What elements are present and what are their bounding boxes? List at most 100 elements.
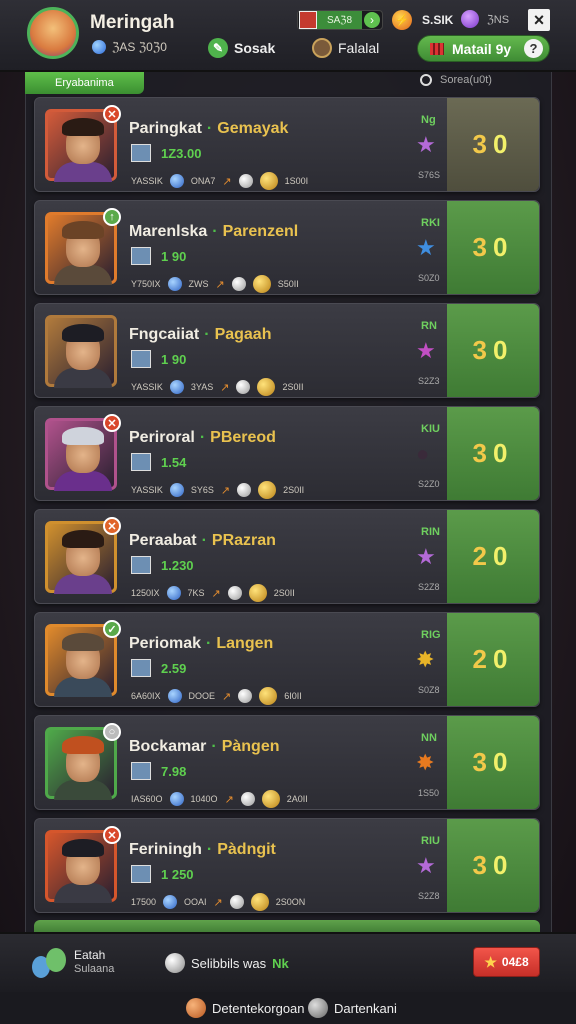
player-name-line: Periomak · Langen	[129, 635, 273, 653]
points-digit-a: 3	[472, 850, 493, 880]
player-score: 2.59	[161, 661, 187, 676]
points-digit-b: 0	[493, 644, 514, 674]
nav-social[interactable]: ✎ Sosak	[208, 38, 275, 58]
gold-coin-icon	[261, 790, 280, 808]
player-card-name: Marenlska	[129, 223, 208, 240]
gold-coin-icon	[259, 687, 278, 705]
rank-star-icon: ★	[416, 544, 436, 569]
ball-icon	[238, 689, 253, 703]
rank-label: RIN	[421, 526, 440, 538]
points-digit-a: 3	[472, 438, 493, 468]
player-portrait[interactable]: ✕	[45, 414, 121, 491]
player-card-title: Gemayak	[217, 120, 289, 137]
player-card-title: Pagaah	[214, 326, 272, 343]
match-button-label: Matail 9y	[452, 40, 512, 57]
level-icon	[131, 556, 151, 574]
shield-icon	[169, 380, 184, 394]
portrait-body	[54, 677, 112, 697]
status-badge-icon: ✕	[103, 414, 121, 432]
player-avatar[interactable]	[27, 7, 79, 59]
points-box[interactable]: 30	[447, 201, 539, 294]
points-box[interactable]: 30	[447, 716, 539, 809]
arrow-icon: ↗	[220, 381, 230, 394]
points-box[interactable]: 30	[447, 304, 539, 397]
arrow-icon: ↗	[220, 484, 231, 497]
panel-filter[interactable]: Sorea(u0t)	[420, 74, 492, 86]
match-button[interactable]: Matail 9y ?	[417, 35, 550, 62]
team-name[interactable]: Eatah Sulaana	[74, 948, 114, 976]
gold-coin-icon	[248, 584, 267, 602]
separator: ·	[206, 120, 213, 137]
status: Selibbils was Nk	[165, 953, 289, 973]
player-card[interactable]: ✓ Periomak · Langen 2.59 6A60IX DOOE ↗ 6I0II RIG ✸…	[34, 612, 540, 707]
player-portrait[interactable]: ✕	[45, 517, 121, 594]
points-box[interactable]: 30	[447, 819, 539, 912]
rank-label: RIG	[421, 629, 441, 641]
player-name-line: Fngcaiiat · Pagaah	[129, 326, 271, 344]
player-card[interactable]: ○ Bockamar · Pàngen 7.98 IAS60O 1040O ↗ 2A0II NN ✸…	[34, 715, 540, 810]
player-portrait[interactable]: ○	[45, 723, 121, 800]
rank-star-icon: ★	[416, 132, 436, 157]
points-box[interactable]: 20	[447, 613, 539, 706]
player-card[interactable]: Fngcaiiat · Pagaah 1 90 YASSIK 3YAS ↗ 2S0II RN ★ S…	[34, 303, 540, 398]
player-portrait[interactable]: ✕	[45, 826, 121, 903]
player-stats: 1250IX 7KS ↗ 2S0II	[131, 584, 295, 602]
points-digit-b: 0	[493, 747, 514, 777]
nav-friends[interactable]: Falalal	[312, 38, 379, 58]
points-digit-b: 0	[493, 129, 514, 159]
close-button[interactable]: ×	[528, 9, 550, 31]
points-box[interactable]: 30	[447, 98, 539, 191]
stat-1: IAS60O	[131, 794, 163, 804]
player-portrait[interactable]: ↑	[45, 208, 121, 285]
player-portrait[interactable]: ✓	[45, 620, 121, 697]
player-name-line: Bockamar · Pàngen	[129, 738, 280, 756]
stat-2: SY6S	[190, 485, 214, 495]
stat-3: 2A0II	[286, 794, 308, 804]
team-name-text: Eatah	[74, 948, 106, 962]
player-score: 7.98	[161, 764, 187, 779]
player-card-name: Bockamar	[129, 738, 207, 755]
rank-sub: S2Z8	[418, 582, 440, 592]
settings-icon	[308, 998, 328, 1018]
player-card[interactable]: ↑ Marenlska · Parenzenl 1 90 Y750IX ZWS ↗ S50II R…	[34, 200, 540, 295]
add-currency-button[interactable]: ›	[364, 12, 380, 28]
player-subtitle: ℨAS ℨ0ℨ0	[92, 40, 167, 54]
portrait-hair	[62, 427, 104, 445]
help-icon[interactable]: ?	[524, 39, 543, 58]
chat-icon: ✎	[208, 38, 228, 58]
ball-icon	[227, 586, 242, 600]
top-bar: Meringah ℨAS ℨ0ℨ0 ✎ Sosak Falalal SAℨ8 ›…	[0, 0, 576, 72]
rank-sub: S2Z3	[418, 376, 440, 386]
player-stats: 6A60IX DOOE ↗ 6I0II	[131, 687, 302, 705]
player-card[interactable]: ✕ Periroral · PBereod 1.54 YASSIK SY6S ↗ 2S0II KI…	[34, 406, 540, 501]
points-box[interactable]: 30	[447, 407, 539, 500]
footer-right[interactable]: Dartenkani	[308, 998, 397, 1018]
points-box[interactable]: 20	[447, 510, 539, 603]
footer-left-label: Detentekorgoan	[212, 1000, 305, 1016]
separator: ·	[199, 429, 206, 446]
player-card[interactable]: ✕ Paringkat · Gemayak 1Z3.00 YASSIK ONA7 ↗ 1S00I…	[34, 97, 540, 192]
stat-1: YASSIK	[131, 485, 163, 495]
player-portrait[interactable]	[45, 315, 117, 388]
player-card[interactable]: ✕ Peraabat · PRazran 1.230 1250IX 7KS ↗ 2S0II RIN…	[34, 509, 540, 604]
points-digit-a: 2	[472, 541, 493, 571]
player-score: 1Z3.00	[161, 146, 202, 161]
arrow-icon: ↗	[224, 793, 234, 806]
footer-left[interactable]: Detentekorgoan	[186, 998, 305, 1018]
stat-3: 2S0II	[282, 382, 304, 392]
gold-coin-icon	[250, 893, 269, 911]
stat-2: 3YAS	[190, 382, 214, 392]
player-portrait[interactable]: ✕	[45, 105, 121, 182]
gold-coin-icon	[257, 378, 276, 396]
player-card[interactable]: ✕ Feriningh · Pàdngit 1 250 17500 OOAI ↗ 2S0ON RI…	[34, 818, 540, 913]
panel-tab[interactable]: Eryabanima	[25, 72, 144, 94]
shield-icon	[163, 895, 178, 909]
player-name-line: Feriningh · Pàdngit	[129, 841, 276, 859]
points-digit-b: 0	[493, 541, 514, 571]
status-badge-icon: ✕	[103, 826, 121, 844]
points-digit-a: 3	[472, 335, 493, 365]
rank-star-icon: ●	[416, 441, 430, 466]
player-score: 1.230	[161, 558, 194, 573]
buy-button[interactable]: ★ 04£8	[473, 947, 540, 977]
rank-label: NN	[421, 732, 437, 744]
